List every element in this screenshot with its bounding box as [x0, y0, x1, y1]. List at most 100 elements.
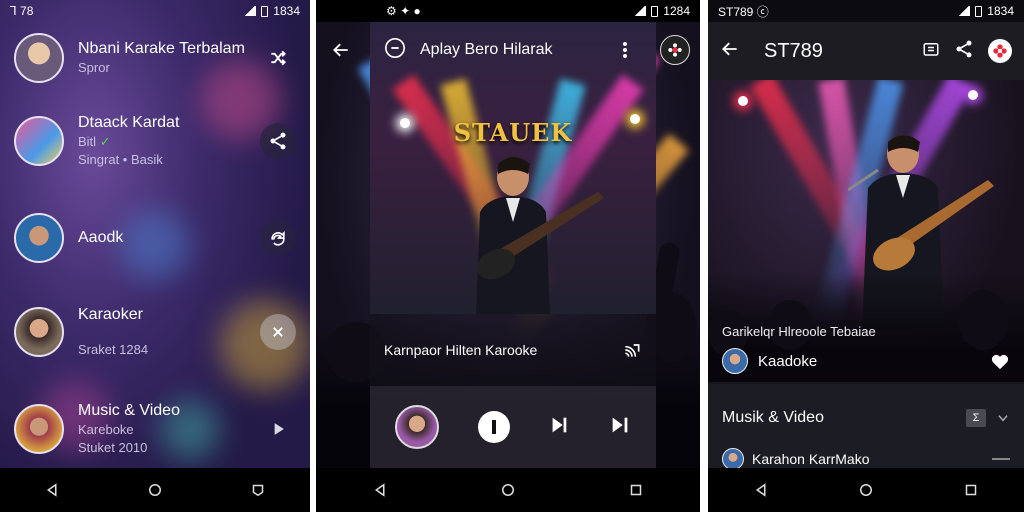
track-caption: Karnpaor Hilten Karooke [384, 342, 538, 358]
share-icon [270, 132, 286, 150]
concert-caption: Garikelqr Hlreoole Tebaiae [722, 323, 876, 339]
status-clock: 1284 [663, 4, 690, 18]
home-circle-icon [148, 484, 161, 496]
share-icon [956, 40, 972, 57]
now-playing-screen: ⚙ ✦ ● 1284 STAUEK Aplay Bero Hilarak Kar… [316, 0, 700, 512]
battery-icon [651, 5, 659, 17]
status-bar: ⚙ ✦ ● 1284 [316, 0, 700, 22]
skip-end-icon [612, 417, 628, 432]
back-triangle-icon [755, 483, 766, 497]
heart-icon[interactable] [990, 352, 1010, 370]
status-bar: ꓶ 78 1834 [0, 0, 310, 22]
system-nav-bar [0, 468, 310, 512]
pause-icon [491, 420, 496, 434]
back-triangle-icon [46, 483, 57, 497]
recents-icon [253, 484, 264, 497]
signal-icon [634, 6, 647, 16]
flower-icon [993, 44, 1007, 58]
stage-light [968, 90, 978, 100]
badge-icon: ✓ [99, 134, 111, 149]
nav-recents-button[interactable] [958, 477, 984, 503]
item-title: Nbani Karake Terbalam [78, 40, 245, 57]
refresh-button[interactable] [260, 220, 296, 256]
nav-home-button[interactable] [495, 477, 521, 503]
item-subtitle: Spror [78, 60, 110, 75]
nav-back-button[interactable] [748, 477, 774, 503]
battery-icon [261, 5, 269, 17]
nav-home-button[interactable] [853, 477, 879, 503]
system-nav-bar [316, 468, 700, 512]
recents-square-icon [630, 484, 642, 496]
item-title: Dtaack Kardat [78, 114, 180, 131]
header-bar: Aplay Bero Hilarak [316, 22, 700, 78]
item-meta: Singrat • Basik [78, 152, 163, 167]
avatar [14, 33, 64, 83]
nav-home-button[interactable] [142, 477, 168, 503]
close-button[interactable] [260, 314, 296, 350]
minimize-circle-icon [385, 37, 405, 58]
shuffle-icon [271, 50, 286, 66]
avatar [722, 348, 748, 374]
list-item[interactable]: Dtaack Kardat Bitl ✓ Singrat • Basik [14, 108, 296, 174]
item-subtitle: Bitl ✓ [78, 133, 260, 151]
skip-next-button[interactable] [548, 414, 570, 441]
back-button[interactable] [316, 40, 366, 60]
list-item[interactable]: Karaoker Sraket 1284 [14, 302, 296, 362]
flower-icon [668, 43, 682, 57]
play-icon [274, 423, 284, 435]
nav-back-button[interactable] [39, 477, 65, 503]
chevron-down-icon [998, 415, 1008, 422]
status-bar: ST789 ⓒ 1834 [708, 0, 1024, 22]
track-caption-bar: Karnpaor Hilten Karooke [370, 314, 656, 386]
back-triangle-icon [374, 483, 385, 497]
divider-icon [992, 458, 1010, 460]
artist-row[interactable]: Kaadoke [708, 346, 1024, 376]
mini-album-art[interactable] [395, 405, 440, 449]
play-button[interactable] [260, 411, 296, 447]
skip-end-button[interactable] [609, 414, 631, 441]
nav-back-button[interactable] [367, 477, 393, 503]
header-bar: ST789 [708, 22, 1024, 80]
list-item[interactable]: Nbani Karake Terbalam Spror [14, 28, 296, 88]
list-item-label: Karahon KarrMako [752, 451, 870, 467]
status-left: ST789 ⓒ [718, 4, 769, 19]
cast-icon[interactable] [622, 340, 642, 360]
home-circle-icon [859, 484, 872, 496]
home-circle-icon [502, 484, 514, 496]
nav-recents-button[interactable] [623, 477, 649, 503]
queue-icon [923, 42, 939, 56]
more-button[interactable] [614, 41, 636, 59]
arrow-left-icon [722, 42, 737, 55]
section-title: Musik & Video [722, 409, 824, 426]
skip-next-icon [552, 417, 567, 432]
artist-screen: ST789 ⓒ 1834 ST789 Garikelqr Hlreoole Te… [708, 0, 1024, 512]
status-icons: ⚙ ✦ ● [386, 4, 421, 18]
back-button[interactable] [720, 39, 746, 64]
profile-button[interactable] [988, 39, 1012, 63]
status-clock: 1834 [987, 4, 1014, 18]
nav-recents-button[interactable] [245, 477, 271, 503]
pause-button[interactable] [477, 411, 510, 443]
poster-title: STAUEK [453, 118, 573, 147]
concert-caption-row: Garikelqr Hlreoole Tebaiae [708, 320, 1024, 342]
list-item[interactable]: Music & Video Kareboke Stuket 2010 [14, 396, 296, 462]
system-nav-bar [708, 468, 1024, 512]
signal-icon [958, 6, 971, 16]
share-button[interactable] [954, 39, 974, 64]
status-carrier: ST789 [718, 4, 754, 19]
artist-name: Kaadoke [758, 352, 818, 370]
avatar [14, 404, 64, 454]
list-item[interactable]: Aaodk [14, 208, 296, 268]
item-subtitle: Sraket 1284 [78, 342, 149, 357]
page-title: ST789 [764, 39, 823, 62]
profile-button[interactable] [660, 35, 690, 65]
list-item[interactable]: Karahon KarrMako [708, 448, 1024, 470]
minimize-button[interactable] [384, 37, 406, 64]
close-icon [273, 327, 283, 337]
player-controls [370, 386, 656, 468]
section-header[interactable]: Musik & Video Σ [708, 404, 1024, 432]
playlist-screen: ꓶ 78 1834 Nbani Karake Terbalam Spror Dt… [0, 0, 310, 512]
share-button[interactable] [260, 123, 296, 159]
queue-button[interactable] [922, 40, 940, 63]
shuffle-button[interactable] [260, 40, 296, 76]
